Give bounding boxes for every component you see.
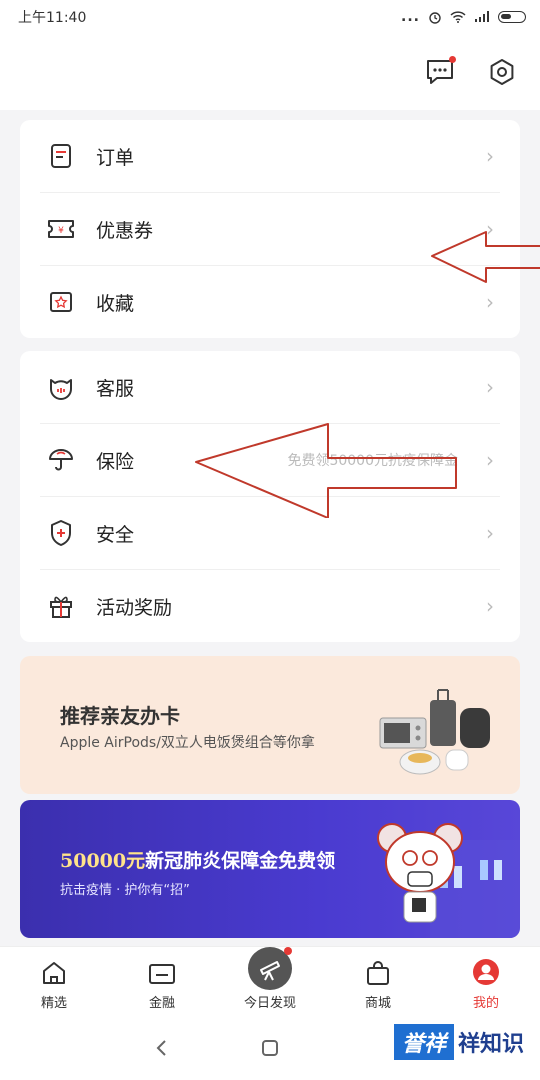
hexagon-gear-icon bbox=[490, 59, 514, 85]
insurance-amount: 50000元 bbox=[60, 850, 146, 872]
tab-label: 金融 bbox=[148, 996, 175, 1011]
mascot-illustration bbox=[377, 823, 520, 938]
insurance-title-rest: 新冠肺炎保障金免费领 bbox=[145, 850, 336, 872]
gift-icon bbox=[46, 591, 76, 621]
discover-icon-circle bbox=[248, 947, 292, 990]
cell-signal-icon bbox=[475, 11, 489, 22]
tab-label: 精选 bbox=[40, 996, 67, 1011]
tab-label: 今日发现 bbox=[243, 996, 296, 1011]
menu-item-favorites[interactable]: 收藏 › bbox=[40, 266, 500, 338]
order-icon bbox=[46, 141, 76, 171]
menu-item-label: 安全 bbox=[96, 523, 135, 546]
shield-icon bbox=[46, 518, 76, 548]
watermark-box: 誉祥 bbox=[393, 1024, 454, 1060]
menu-item-coupons[interactable]: ¥ 优惠券 › bbox=[40, 193, 500, 266]
menu-item-label: 收藏 bbox=[96, 292, 135, 315]
referral-banner[interactable]: 推荐亲友办卡 Apple AirPods/双立人电饭煲组合等你拿 bbox=[20, 656, 520, 794]
message-button[interactable] bbox=[422, 54, 458, 90]
chevron-right-icon: › bbox=[486, 448, 494, 472]
telescope-icon bbox=[260, 960, 280, 980]
home-icon bbox=[43, 962, 65, 984]
insurance-banner-subtitle: 抗击疫情 · 护你有“招” bbox=[60, 883, 190, 898]
customer-service-icon bbox=[46, 372, 76, 402]
status-time: 上午11:40 bbox=[18, 10, 87, 26]
message-badge bbox=[449, 56, 456, 63]
tab-featured[interactable]: 精选 bbox=[0, 947, 108, 1017]
chevron-right-icon: › bbox=[486, 521, 494, 545]
tab-label: 商城 bbox=[364, 996, 391, 1011]
referral-subtitle: Apple AirPods/双立人电饭煲组合等你拿 bbox=[60, 735, 315, 751]
watermark-logo: 誉祥 祥知识 bbox=[393, 1022, 524, 1062]
chevron-right-icon: › bbox=[486, 217, 494, 241]
menu-item-label: 客服 bbox=[96, 377, 135, 400]
insurance-hint: 免费领50000元抗疫保障金 bbox=[287, 453, 458, 469]
status-icons: ... bbox=[401, 9, 526, 25]
tab-label: 我的 bbox=[472, 996, 499, 1011]
svg-text:¥: ¥ bbox=[58, 226, 64, 236]
wallet-icon bbox=[149, 964, 175, 984]
user-icon bbox=[473, 959, 499, 985]
status-bar: 上午11:40 ... bbox=[0, 0, 540, 34]
chevron-right-icon: › bbox=[486, 144, 494, 168]
insurance-banner[interactable]: 50000元新冠肺炎保障金免费领 抗击疫情 · 护你有“招” bbox=[20, 800, 520, 938]
appliances-illustration bbox=[379, 689, 490, 775]
bottom-tab-bar: 精选 金融 今日发现 商城 我的 bbox=[0, 946, 540, 1017]
tab-discover[interactable]: 今日发现 bbox=[216, 947, 324, 1017]
menu-item-rewards[interactable]: 活动奖励 › bbox=[40, 570, 500, 642]
wifi-icon bbox=[450, 11, 466, 23]
chevron-right-icon: › bbox=[486, 290, 494, 314]
referral-title: 推荐亲友办卡 bbox=[60, 704, 180, 728]
menu-card-1: 订单 › ¥ 优惠券 › 收藏 › bbox=[20, 120, 520, 338]
alarm-icon bbox=[429, 12, 441, 24]
favorite-icon bbox=[46, 287, 76, 317]
back-icon[interactable] bbox=[153, 1038, 171, 1058]
watermark-text: 祥知识 bbox=[457, 1032, 524, 1057]
signal-dots: ... bbox=[401, 9, 420, 25]
menu-item-label: 订单 bbox=[96, 146, 135, 169]
menu-item-label: 保险 bbox=[96, 450, 135, 473]
shopping-bag-icon bbox=[367, 961, 389, 985]
umbrella-icon bbox=[46, 445, 76, 475]
discover-badge bbox=[284, 947, 292, 955]
home-button-icon[interactable] bbox=[261, 1039, 279, 1057]
battery-icon bbox=[498, 11, 526, 23]
menu-item-insurance[interactable]: 保险 免费领50000元抗疫保障金 › bbox=[40, 424, 500, 497]
menu-item-customer-service[interactable]: 客服 › bbox=[40, 351, 500, 424]
chevron-right-icon: › bbox=[486, 594, 494, 618]
menu-item-orders[interactable]: 订单 › bbox=[40, 120, 500, 193]
header-bar bbox=[0, 34, 540, 110]
menu-item-label: 活动奖励 bbox=[96, 596, 173, 619]
menu-card-2: 客服 › 保险 免费领50000元抗疫保障金 › 安全 › 活动奖励 › bbox=[20, 351, 520, 642]
chevron-right-icon: › bbox=[486, 375, 494, 399]
insurance-banner-title: 50000元新冠肺炎保障金免费领 bbox=[60, 846, 335, 873]
menu-item-security[interactable]: 安全 › bbox=[40, 497, 500, 570]
menu-item-label: 优惠券 bbox=[96, 219, 154, 242]
coupon-icon: ¥ bbox=[46, 214, 76, 244]
tab-mine[interactable]: 我的 bbox=[432, 947, 540, 1017]
settings-button[interactable] bbox=[484, 54, 520, 90]
tab-mall[interactable]: 商城 bbox=[324, 947, 432, 1017]
tab-finance[interactable]: 金融 bbox=[108, 947, 216, 1017]
